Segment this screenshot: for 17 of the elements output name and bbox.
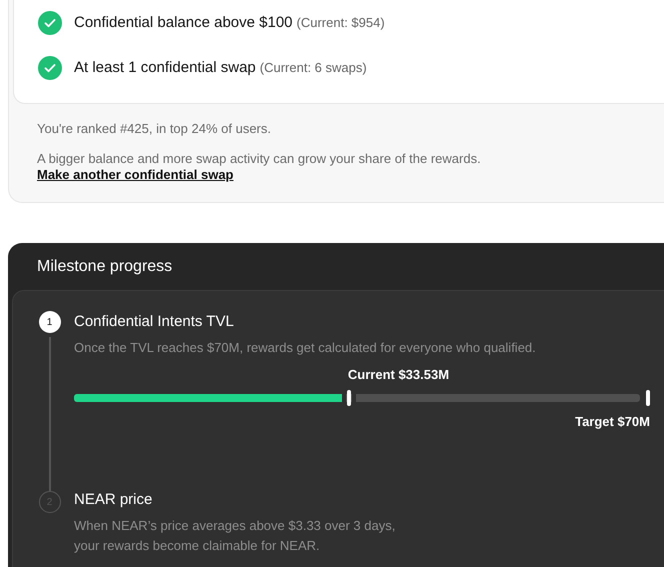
- current-label: Current $33.53M: [348, 367, 450, 382]
- hint-text: A bigger balance and more swap activity can grow your share of the rewards.: [37, 151, 482, 166]
- target-label: Target $70M: [575, 414, 650, 431]
- step-title: Confidential Intents TVL: [74, 313, 235, 330]
- current-marker: [347, 390, 352, 406]
- step-description: Once the TVL reaches $70M, rewards get calculated for everyone who qualified.: [74, 339, 537, 357]
- step-description: When NEAR’s price averages above $3.33 over 3 days, your rewards become claimable for NEAR.: [74, 517, 396, 555]
- step-number: 1: [38, 311, 60, 333]
- panel-title: Milestone progress: [36, 258, 174, 277]
- criterion-current: (Current: $954): [296, 15, 385, 30]
- step-title: NEAR price: [74, 491, 154, 508]
- target-marker: [646, 390, 650, 406]
- swap-link[interactable]: Make another confidential swap: [37, 167, 234, 182]
- criterion-label: At least 1 confidential swap: [74, 59, 256, 76]
- rank-text: You're ranked #425, in top 24% of users.: [37, 121, 272, 136]
- criterion-label: Confidential balance above $100: [74, 14, 293, 31]
- criterion-current: (Current: 6 swaps): [260, 60, 367, 75]
